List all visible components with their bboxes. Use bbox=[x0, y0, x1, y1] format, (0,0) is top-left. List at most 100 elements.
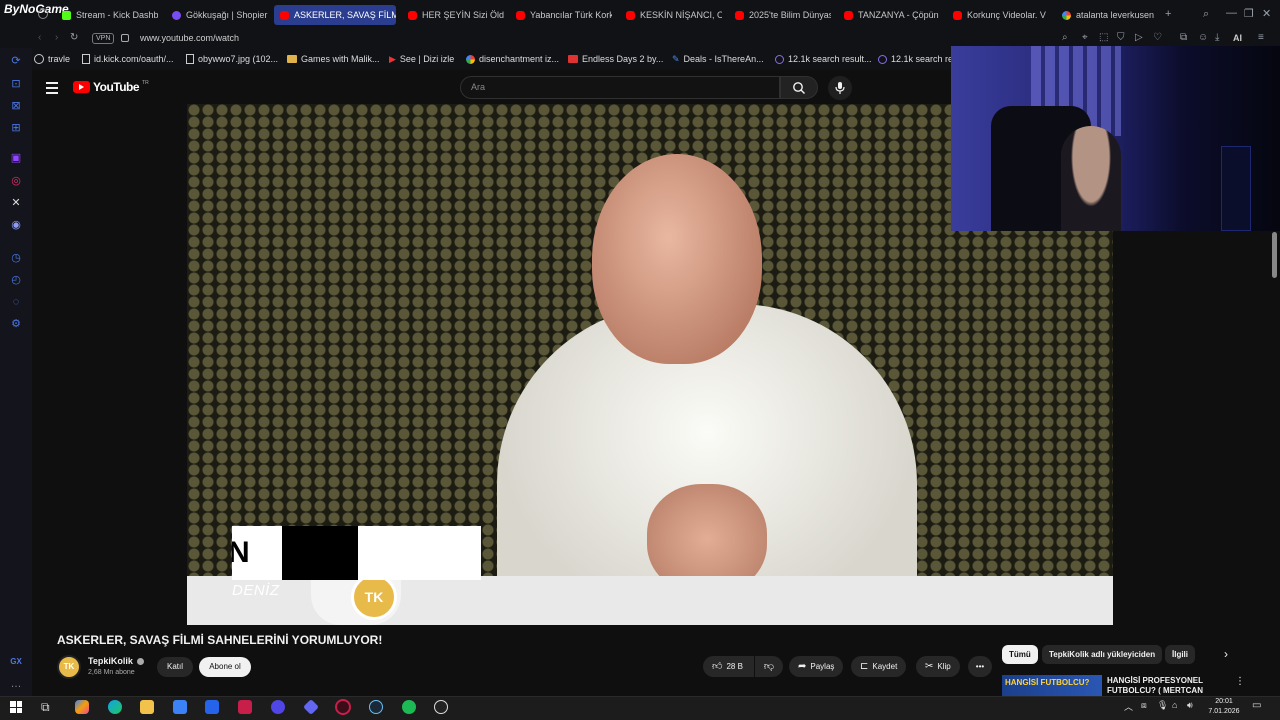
vpn-badge[interactable]: VPN bbox=[92, 33, 115, 44]
player-icon[interactable]: ◷ bbox=[10, 252, 22, 264]
tab-list-icon[interactable] bbox=[38, 9, 48, 19]
recommendation-menu-icon[interactable]: ⋮ bbox=[1235, 676, 1245, 687]
tray-volume-icon[interactable]: 🔊︎ bbox=[1187, 700, 1193, 711]
tab-korkunc-videolar[interactable]: Korkunç Videolar. V bbox=[947, 5, 1049, 25]
reload-icon[interactable]: ↻ bbox=[70, 32, 78, 43]
instagram-icon[interactable]: ◎ bbox=[10, 175, 22, 187]
save-button[interactable]: ⊏ Kaydet bbox=[851, 656, 907, 677]
windows-start-icon[interactable] bbox=[10, 701, 22, 713]
obs-icon[interactable] bbox=[434, 700, 448, 714]
history-icon[interactable]: ◴ bbox=[10, 274, 22, 286]
new-tab-plus-icon[interactable]: + bbox=[1165, 8, 1171, 20]
channel-name[interactable]: TepkiKolik bbox=[88, 656, 145, 666]
store-icon[interactable] bbox=[173, 700, 187, 714]
more-actions-button[interactable]: ••• bbox=[968, 656, 992, 677]
clip-button[interactable]: ✂ Klip bbox=[916, 656, 960, 677]
recommendation-thumbnail[interactable]: HANGİSİ FUTBOLCU? bbox=[1002, 675, 1102, 696]
download-icon[interactable]: ⤓ bbox=[1215, 32, 1219, 43]
tab-her-seyin[interactable]: HER ŞEYİN Sizi Öldü bbox=[402, 5, 504, 25]
snapshot-icon[interactable]: ⬚ bbox=[1099, 32, 1108, 43]
tab-atalanta[interactable]: atalanta leverkusen bbox=[1056, 5, 1158, 25]
tab-tanzanya[interactable]: TANZANYA - Çöpün bbox=[838, 5, 940, 25]
more-icon[interactable]: … bbox=[10, 678, 22, 690]
tab-askerler-active[interactable]: ASKERLER, SAVAŞ FİLMİ bbox=[274, 5, 396, 25]
notifications-icon[interactable]: ▭ bbox=[1252, 700, 1261, 711]
app-red-icon[interactable] bbox=[238, 700, 252, 714]
speed-dial-icon[interactable]: ⟳ bbox=[10, 55, 22, 67]
menu-icon[interactable]: ≡ bbox=[1258, 32, 1264, 43]
close-icon[interactable]: ✕ bbox=[1262, 7, 1271, 20]
forward-icon[interactable]: › bbox=[55, 32, 58, 43]
join-button[interactable]: Katıl bbox=[157, 657, 193, 677]
bookmark-obywwo7[interactable]: obywwo7.jpg (102... bbox=[186, 52, 278, 66]
bookmarks-icon[interactable]: ⊡ bbox=[10, 78, 22, 90]
bookmark-dizi-izle[interactable]: ▶ See | Dizi izle bbox=[389, 52, 454, 66]
heart-icon[interactable]: ♡ bbox=[1153, 32, 1162, 43]
gx-icon[interactable]: GX bbox=[10, 656, 22, 668]
share-button[interactable]: ➦ Paylaş bbox=[789, 656, 844, 677]
back-icon[interactable]: ‹ bbox=[38, 32, 41, 43]
tray-chevron-up-icon[interactable]: ︿ bbox=[1124, 700, 1133, 713]
tray-microphone-icon[interactable]: 🎙︎ bbox=[1157, 700, 1168, 711]
mail-icon[interactable] bbox=[205, 700, 219, 714]
chevron-right-icon[interactable]: › bbox=[1224, 647, 1228, 661]
discord-icon[interactable]: ◉ bbox=[10, 219, 22, 231]
zoom-icon[interactable]: ⌕ bbox=[1062, 32, 1068, 43]
play-icon[interactable]: ▷ bbox=[1135, 32, 1143, 43]
dislike-button[interactable]: 👎︎ bbox=[755, 656, 783, 677]
tray-app-icon[interactable]: ⧈ bbox=[1141, 700, 1147, 711]
twitch-icon[interactable]: ▣ bbox=[10, 152, 22, 164]
bookmark-search-results-1[interactable]: 12.1k search result... bbox=[775, 52, 872, 66]
gaming-icon[interactable]: ⊠ bbox=[10, 100, 22, 112]
bookmark-deals[interactable]: ✎ Deals - IsThereAn... bbox=[672, 52, 764, 66]
bookmark-search-results-2[interactable]: 12.1k search res bbox=[878, 52, 958, 66]
recommendation-title[interactable]: HANGİSİ PROFESYONEL FUTBOLCU? ( MERTCAN bbox=[1107, 676, 1232, 696]
tab-keskin-nisanci[interactable]: KESKİN NİŞANCI, OY bbox=[620, 5, 722, 25]
like-button[interactable]: 👍︎ 28 B bbox=[703, 656, 754, 677]
voice-search-button[interactable] bbox=[828, 76, 852, 100]
bookmark-kick-oauth[interactable]: id.kick.com/oauth/... bbox=[82, 52, 174, 66]
tab-kick-dashboard[interactable]: Stream - Kick Dashbo bbox=[56, 5, 158, 25]
settings-gear-icon[interactable]: ⚙ bbox=[10, 318, 22, 330]
steam-icon[interactable] bbox=[369, 700, 383, 714]
shield-icon[interactable]: ⛉ bbox=[1117, 32, 1125, 43]
url-field[interactable]: www.youtube.com/watch bbox=[140, 33, 239, 43]
chip-from-uploader[interactable]: TepkiKolik adlı yükleyiciden bbox=[1042, 645, 1163, 664]
search-input[interactable]: Ara bbox=[460, 76, 780, 99]
x-twitter-icon[interactable]: ✕ bbox=[10, 197, 22, 209]
search-button[interactable] bbox=[780, 76, 818, 99]
chat-icon[interactable]: ◌ bbox=[10, 296, 22, 308]
image-icon bbox=[568, 55, 578, 63]
ai-button[interactable]: AI bbox=[1233, 33, 1242, 43]
subscribe-button[interactable]: Abone ol bbox=[199, 657, 251, 677]
bookmark-travle[interactable]: travle bbox=[34, 52, 70, 66]
chip-related[interactable]: İlgili bbox=[1165, 645, 1195, 664]
tab-shopier[interactable]: Gökkuşağı | Shopier bbox=[166, 5, 268, 25]
edge-icon[interactable] bbox=[108, 700, 122, 714]
messenger-icon[interactable]: ⊞ bbox=[10, 122, 22, 134]
maximize-icon[interactable]: ❐ bbox=[1244, 7, 1254, 20]
youtube-logo[interactable]: YouTube TR bbox=[73, 80, 149, 94]
search-tabs-icon[interactable]: ⌕ bbox=[1203, 8, 1209, 21]
file-explorer-icon[interactable] bbox=[140, 700, 154, 714]
tab-bilim-dunyasi[interactable]: 2025'te Bilim Dünyas bbox=[729, 5, 831, 25]
extensions-icon[interactable]: ⧉ bbox=[1180, 32, 1187, 43]
taskbar-clock[interactable]: 20:01 7.01.2026 bbox=[1204, 697, 1244, 717]
minimize-icon[interactable]: — bbox=[1226, 7, 1237, 19]
hamburger-menu-icon[interactable] bbox=[46, 82, 58, 94]
bookmark-disenchantment[interactable]: disenchantment iz... bbox=[466, 52, 559, 66]
copilot-icon[interactable] bbox=[75, 700, 89, 714]
profile-icon[interactable]: ☺ bbox=[1198, 32, 1208, 43]
app-blue-icon[interactable] bbox=[271, 700, 285, 714]
bookmark-games-with-malik[interactable]: Games with Malik... bbox=[287, 52, 380, 66]
channel-avatar[interactable]: TK bbox=[57, 655, 81, 679]
tray-network-icon[interactable]: ⌂ bbox=[1172, 700, 1177, 710]
page-scrollbar-thumb[interactable] bbox=[1272, 232, 1277, 278]
bookmark-endless-days[interactable]: Endless Days 2 by... bbox=[568, 52, 663, 66]
chip-all[interactable]: Tümü bbox=[1002, 645, 1038, 664]
task-view-icon[interactable]: ⧉ bbox=[41, 700, 50, 715]
opera-gx-icon[interactable] bbox=[335, 699, 351, 715]
pin-icon[interactable]: ⌖ bbox=[1082, 32, 1088, 43]
tab-yabancilar[interactable]: Yabancılar Türk Kork bbox=[510, 5, 612, 25]
spotify-icon[interactable] bbox=[402, 700, 416, 714]
